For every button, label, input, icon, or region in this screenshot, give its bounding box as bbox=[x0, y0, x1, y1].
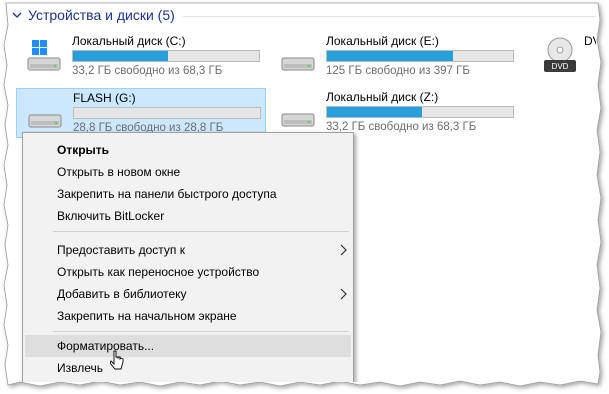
drive-usage-bar bbox=[326, 50, 514, 62]
drive-item-c[interactable]: Локальный диск (C:) 33,2 ГБ свободно из … bbox=[16, 32, 266, 80]
mouse-cursor-icon bbox=[110, 350, 124, 370]
drive-item-dvd[interactable]: DVD DV bbox=[536, 32, 596, 80]
drive-usage-bar bbox=[72, 50, 260, 62]
drive-name: Локальный диск (Z:) bbox=[326, 90, 439, 104]
chevron-right-icon bbox=[340, 244, 347, 256]
menu-item-pin-start[interactable]: Закрепить на начальном экране bbox=[25, 305, 351, 327]
menu-item-add-to-library[interactable]: Добавить в библиотеку bbox=[25, 283, 351, 305]
drive-name: DV bbox=[584, 34, 596, 48]
menu-item-label: Открыть bbox=[57, 143, 110, 157]
drive-free-space: 125 ГБ свободно из 397 ГБ bbox=[326, 65, 470, 77]
drive-usage-fill bbox=[327, 51, 454, 61]
menu-item-eject[interactable]: Извлечь bbox=[25, 357, 351, 379]
menu-item-open-new-window[interactable]: Открыть в новом окне bbox=[25, 161, 351, 183]
drive-item-g[interactable]: FLASH (G:) 28,8 ГБ свободно из 28,8 ГБ bbox=[16, 88, 266, 138]
windows-system-drive-icon bbox=[27, 40, 61, 71]
menu-item-label: Закрепить на панели быстрого доступа bbox=[57, 187, 277, 201]
menu-item-give-access[interactable]: Предоставить доступ к bbox=[25, 239, 351, 261]
menu-item-pin-quick-access[interactable]: Закрепить на панели быстрого доступа bbox=[25, 183, 351, 205]
menu-item-open[interactable]: Открыть bbox=[25, 139, 351, 161]
menu-item-label: Форматировать... bbox=[57, 339, 155, 353]
drive-free-space: 33,2 ГБ свободно из 68,3 ГБ bbox=[72, 65, 223, 77]
menu-item-label: Извлечь bbox=[57, 361, 104, 375]
menu-separator bbox=[53, 231, 349, 232]
drive-usage-fill bbox=[73, 51, 168, 61]
hard-drive-icon bbox=[281, 113, 315, 127]
usb-drive-icon bbox=[28, 114, 62, 128]
group-header-devices[interactable]: Устройства и диски (5) bbox=[10, 4, 596, 26]
drive-item-e[interactable]: Локальный диск (E:) 125 ГБ свободно из 3… bbox=[270, 32, 520, 80]
dvd-logo-text: DVD bbox=[552, 62, 569, 71]
menu-item-enable-bitlocker[interactable]: Включить BitLocker bbox=[25, 205, 351, 227]
menu-separator bbox=[53, 331, 349, 332]
context-menu: Открыть Открыть в новом окне Закрепить н… bbox=[22, 132, 354, 382]
menu-item-label: Открыть как переносное устройство bbox=[57, 265, 260, 279]
menu-item-label: Открыть в новом окне bbox=[57, 165, 181, 179]
menu-item-format[interactable]: Форматировать... bbox=[25, 335, 351, 357]
hard-drive-icon bbox=[281, 57, 315, 71]
drive-item-z[interactable]: Локальный диск (Z:) 33,2 ГБ свободно из … bbox=[270, 88, 520, 136]
drive-name: Локальный диск (C:) bbox=[72, 34, 186, 48]
chevron-down-icon[interactable] bbox=[10, 8, 24, 22]
drive-name: FLASH (G:) bbox=[73, 91, 136, 105]
menu-item-label: Предоставить доступ к bbox=[57, 243, 185, 257]
chevron-right-icon bbox=[340, 288, 347, 300]
menu-item-open-portable[interactable]: Открыть как переносное устройство bbox=[25, 261, 351, 283]
explorer-content: Устройства и диски (5) Локальный диск (C… bbox=[10, 4, 596, 382]
group-divider bbox=[182, 15, 596, 17]
menu-item-label: Добавить в библиотеку bbox=[57, 287, 187, 301]
dvd-drive-icon: DVD bbox=[544, 37, 576, 72]
drive-usage-bar bbox=[73, 107, 261, 119]
drive-usage-fill bbox=[327, 107, 422, 117]
menu-item-label: Закрепить на начальном экране bbox=[57, 309, 237, 323]
group-title: Устройства и диски (5) bbox=[28, 7, 175, 23]
drive-usage-bar bbox=[326, 106, 514, 118]
menu-item-label: Включить BitLocker bbox=[57, 209, 165, 223]
drive-name: Локальный диск (E:) bbox=[326, 34, 439, 48]
